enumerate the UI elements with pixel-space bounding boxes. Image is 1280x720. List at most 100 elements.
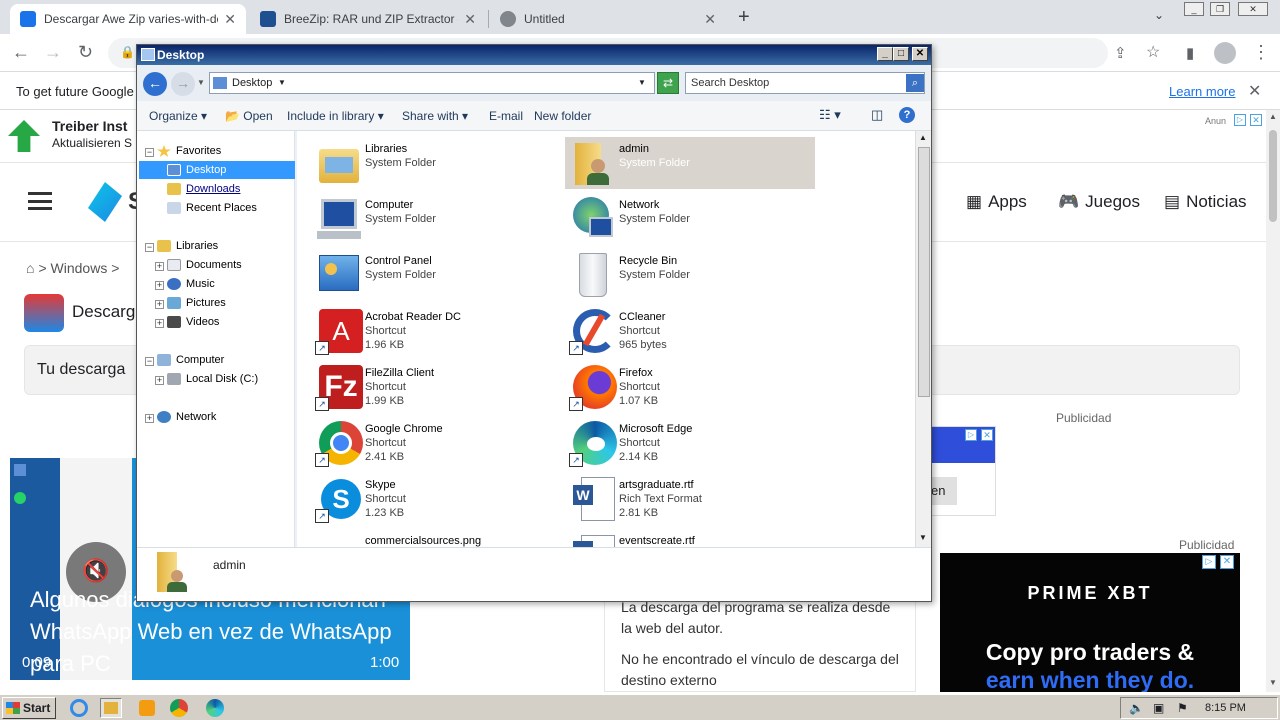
organize-button[interactable]: Organize ▾ xyxy=(149,109,207,123)
restore-window-icon[interactable]: ❐ xyxy=(1210,2,1230,16)
nav-desktop[interactable]: Desktop xyxy=(167,164,226,176)
new-tab-icon[interactable]: + xyxy=(738,6,750,29)
ad-box[interactable]: ▷ ✕ en xyxy=(930,426,996,516)
profile-avatar-icon[interactable] xyxy=(1214,42,1236,64)
file-list-scrollbar-thumb[interactable] xyxy=(918,147,930,397)
hamburger-menu-icon[interactable] xyxy=(28,192,52,210)
edge-taskbar-icon[interactable] xyxy=(204,698,226,718)
close-ad-icon[interactable]: ✕ xyxy=(981,429,993,441)
file-item-control-panel[interactable]: Control Panel System Folder xyxy=(311,249,561,301)
nav-computer[interactable]: Computer xyxy=(157,354,224,366)
nav-recent-places[interactable]: Recent Places xyxy=(167,202,257,214)
back-arrow-icon[interactable]: ← xyxy=(143,72,167,96)
network-tray-icon[interactable]: ▣ xyxy=(1153,701,1164,715)
close-tab-icon[interactable]: ✕ xyxy=(464,11,476,28)
flag-icon[interactable]: ⚑ xyxy=(1177,701,1188,715)
nav-documents[interactable]: Documents xyxy=(167,259,242,271)
scroll-down-icon[interactable]: ▼ xyxy=(1269,678,1277,687)
forward-arrow-icon[interactable]: → xyxy=(44,42,62,63)
expand-network-icon[interactable]: + xyxy=(145,414,154,423)
collapse-favorites-icon[interactable]: − xyxy=(145,148,154,157)
nav-apps[interactable]: ▦ Apps xyxy=(966,192,1027,212)
nav-local-disk[interactable]: Local Disk (C:) xyxy=(167,373,258,385)
expand-local-disk-icon[interactable]: + xyxy=(155,376,164,385)
close-infobar-icon[interactable]: ✕ xyxy=(1248,81,1261,101)
tab-breezip[interactable]: BreeZip: RAR und ZIP Extractor – Mi ✕ xyxy=(250,4,486,34)
share-with-button[interactable]: Share with ▾ xyxy=(402,109,468,123)
search-icon[interactable]: ⌕ xyxy=(906,74,924,92)
file-item-artsgraduate[interactable]: W artsgraduate.rtf Rich Text Format 2.81… xyxy=(565,473,815,525)
maximize-icon[interactable]: □ xyxy=(893,47,909,61)
ad-title[interactable]: Treiber Inst xyxy=(52,118,127,134)
nav-favorites[interactable]: Favorites xyxy=(157,145,221,157)
scroll-up-icon[interactable]: ▲ xyxy=(1269,112,1277,121)
file-item-ccleaner[interactable]: ↗ CCleaner Shortcut 965 bytes xyxy=(565,305,815,357)
file-item-recycle-bin[interactable]: Recycle Bin System Folder xyxy=(565,249,815,301)
tab-search-chevron-icon[interactable]: ⌄ xyxy=(1154,8,1164,22)
explorer-window[interactable]: Desktop _ □ ✕ ← → ▼ Desktop ▼ ▼ ⇄ Search… xyxy=(136,44,932,602)
reload-icon[interactable]: ↻ xyxy=(78,42,93,63)
tab-untitled[interactable]: Untitled ✕ xyxy=(490,4,726,34)
breadcrumb-text[interactable]: > Windows > xyxy=(38,260,119,276)
breadcrumb-chevron-icon[interactable]: ▼ xyxy=(278,78,286,87)
email-button[interactable]: E-mail xyxy=(489,109,523,123)
close-window-icon[interactable]: ✕ xyxy=(1238,2,1268,16)
back-arrow-icon[interactable]: ← xyxy=(12,42,30,63)
preview-pane-icon[interactable]: ◫ xyxy=(871,107,883,123)
file-item-computer[interactable]: Computer System Folder xyxy=(311,193,561,245)
prime-xbt-ad[interactable]: ▷ ✕ PRIME XBT Copy pro traders & earn wh… xyxy=(940,553,1240,692)
address-field[interactable]: Desktop ▼ ▼ xyxy=(209,72,655,94)
address-dropdown-icon[interactable]: ▼ xyxy=(638,78,646,87)
file-item-firefox[interactable]: ↗ Firefox Shortcut 1.07 KB xyxy=(565,361,815,413)
nav-music[interactable]: Music xyxy=(167,278,215,290)
help-icon[interactable]: ? xyxy=(899,107,915,123)
include-in-library-button[interactable]: Include in library ▾ xyxy=(287,109,384,123)
file-item-commercialsources[interactable]: commercialsources.png xyxy=(311,529,561,547)
file-item-eventscreate[interactable]: eventscreate.rtf xyxy=(565,529,815,547)
collapse-libraries-icon[interactable]: − xyxy=(145,243,154,252)
adchoices-icon[interactable]: ▷ xyxy=(1202,555,1216,569)
file-item-edge[interactable]: ↗ Microsoft Edge Shortcut 2.14 KB xyxy=(565,417,815,469)
explorer-titlebar[interactable]: Desktop _ □ ✕ xyxy=(137,45,931,65)
learn-more-link[interactable]: Learn more xyxy=(1169,84,1235,99)
close-tab-icon[interactable]: ✕ xyxy=(224,11,236,28)
scroll-up-icon[interactable]: ▲ xyxy=(919,133,927,142)
minimize-icon[interactable]: _ xyxy=(877,47,893,61)
close-tab-icon[interactable]: ✕ xyxy=(704,11,716,28)
forward-arrow-icon[interactable]: → xyxy=(171,72,195,96)
start-button[interactable]: Start xyxy=(2,697,56,719)
scroll-down-icon[interactable]: ▼ xyxy=(919,533,927,542)
file-item-skype[interactable]: S ↗ Skype Shortcut 1.23 KB xyxy=(311,473,561,525)
home-icon[interactable]: ⌂ xyxy=(26,260,34,276)
adchoices-icon[interactable]: ▷ xyxy=(1234,114,1246,126)
clock[interactable]: 8:15 PM xyxy=(1205,702,1246,714)
side-panel-icon[interactable]: ▮ xyxy=(1186,44,1194,62)
file-item-acrobat[interactable]: A ↗ Acrobat Reader DC Shortcut 1.96 KB xyxy=(311,305,561,357)
nav-juegos[interactable]: 🎮 Juegos xyxy=(1058,192,1140,212)
collapse-computer-icon[interactable]: − xyxy=(145,357,154,366)
close-ad-icon[interactable]: ✕ xyxy=(1250,114,1262,126)
menu-kebab-icon[interactable]: ⋮ xyxy=(1252,42,1270,63)
history-dropdown-icon[interactable]: ▼ xyxy=(197,78,205,87)
view-options-icon[interactable]: ☷ ▾ xyxy=(819,107,841,123)
minimize-window-icon[interactable]: _ xyxy=(1184,2,1204,16)
bookmark-star-icon[interactable]: ☆ xyxy=(1146,42,1160,62)
page-scrollbar-thumb[interactable] xyxy=(1269,130,1277,222)
file-item-chrome[interactable]: ↗ Google Chrome Shortcut 2.41 KB xyxy=(311,417,561,469)
nav-network[interactable]: Network xyxy=(157,411,216,423)
chrome-taskbar-icon[interactable] xyxy=(168,698,190,718)
tab-descargar[interactable]: Descargar Awe Zip varies-with-devic ✕ xyxy=(10,4,246,34)
nav-pictures[interactable]: Pictures xyxy=(167,297,226,309)
nav-libraries[interactable]: Libraries xyxy=(157,240,218,252)
expand-documents-icon[interactable]: + xyxy=(155,262,164,271)
refresh-icon[interactable]: ⇄ xyxy=(657,72,679,94)
nav-videos[interactable]: Videos xyxy=(167,316,219,328)
explorer-folder-icon[interactable] xyxy=(100,698,122,718)
file-item-libraries[interactable]: Libraries System Folder xyxy=(311,137,561,189)
expand-videos-icon[interactable]: + xyxy=(155,319,164,328)
close-ad-icon[interactable]: ✕ xyxy=(1220,555,1234,569)
nav-noticias[interactable]: ▤ Noticias xyxy=(1164,192,1247,212)
file-list[interactable]: Libraries System Folder admin System Fol… xyxy=(297,131,915,547)
file-list-scrollbar[interactable]: ▲ ▼ xyxy=(915,131,931,547)
file-item-filezilla[interactable]: Fz ↗ FileZilla Client Shortcut 1.99 KB xyxy=(311,361,561,413)
